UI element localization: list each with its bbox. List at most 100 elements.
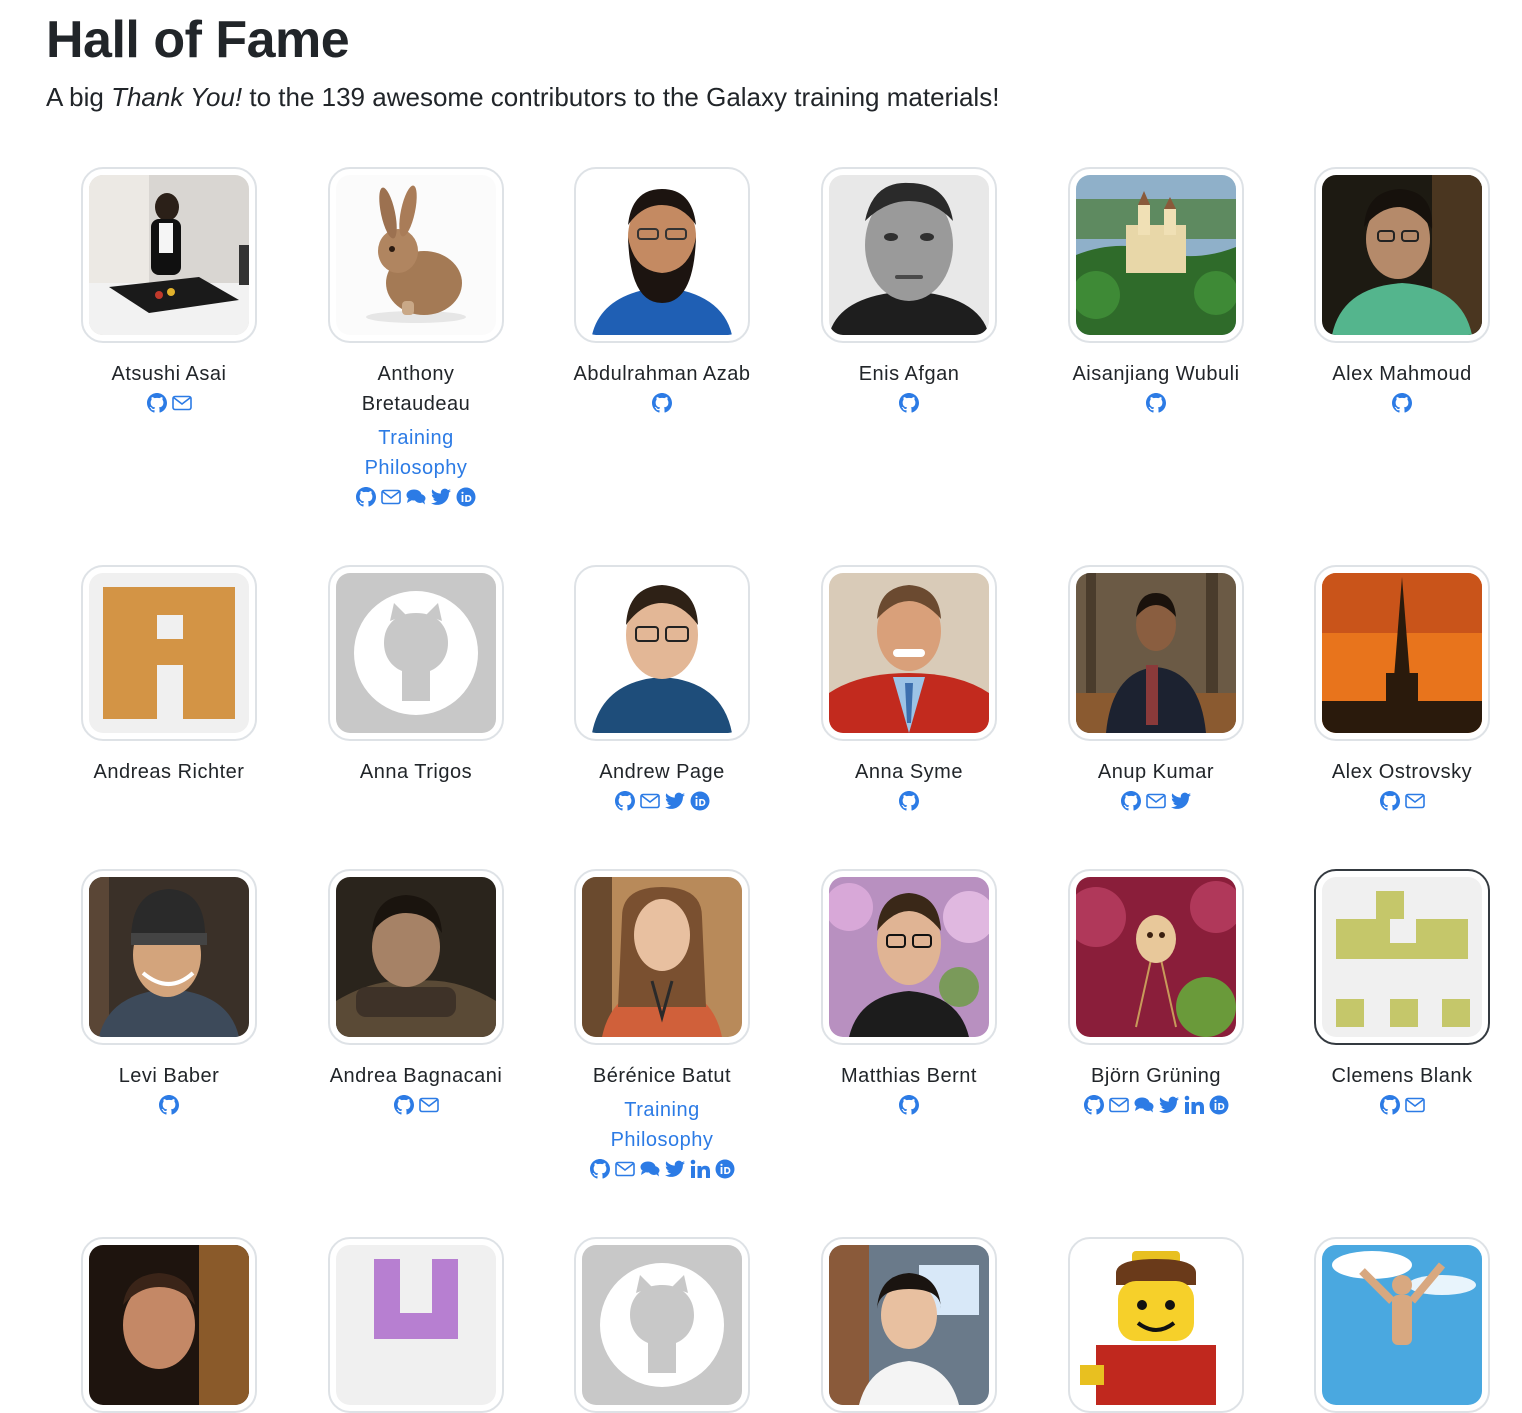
contributor-name[interactable]: Bérénice Batut bbox=[547, 1061, 777, 1091]
email-icon[interactable] bbox=[418, 1095, 439, 1115]
github-icon[interactable] bbox=[899, 1095, 919, 1115]
email-icon[interactable] bbox=[614, 1159, 635, 1179]
twitter-icon[interactable] bbox=[431, 487, 451, 507]
github-icon[interactable] bbox=[614, 791, 635, 811]
contributor-avatar[interactable] bbox=[81, 1237, 257, 1413]
contributor-avatar[interactable] bbox=[81, 869, 257, 1045]
contributor-links bbox=[547, 393, 777, 413]
contributor-name[interactable]: Andrew Page bbox=[547, 757, 777, 787]
avatar-image bbox=[336, 877, 496, 1037]
chat-icon[interactable] bbox=[406, 487, 426, 507]
github-icon[interactable] bbox=[1379, 791, 1400, 811]
github-icon[interactable] bbox=[159, 1095, 179, 1115]
chat-icon[interactable] bbox=[1134, 1095, 1154, 1115]
contributor-name[interactable]: Levi Baber bbox=[54, 1061, 284, 1091]
contributor-name[interactable]: Alex Ostrovsky bbox=[1287, 757, 1517, 787]
linkedin-icon[interactable] bbox=[1184, 1095, 1204, 1115]
contributor-name[interactable]: Abdulrahman Azab bbox=[547, 359, 777, 389]
contributor-avatar[interactable] bbox=[328, 1237, 504, 1413]
contributor-name[interactable]: Aisanjiang Wubuli bbox=[1041, 359, 1271, 389]
contributor-name[interactable]: Anna Syme bbox=[794, 757, 1024, 787]
avatar-image bbox=[336, 175, 496, 335]
avatar-image bbox=[582, 175, 742, 335]
contributor-avatar[interactable] bbox=[821, 167, 997, 343]
contributor-avatar[interactable] bbox=[328, 167, 504, 343]
contributor-joined-link[interactable]: Training Philosophy bbox=[301, 423, 531, 483]
github-icon[interactable] bbox=[589, 1159, 610, 1179]
contributor-name[interactable]: Alex Mahmoud bbox=[1287, 359, 1517, 389]
email-icon[interactable] bbox=[1146, 791, 1166, 811]
contributor-avatar[interactable] bbox=[821, 1237, 997, 1413]
email-icon[interactable] bbox=[171, 393, 192, 413]
linkedin-icon[interactable] bbox=[690, 1159, 710, 1179]
contributor-name[interactable]: Anthony Bretaudeau bbox=[301, 359, 531, 419]
github-icon[interactable] bbox=[1379, 1095, 1400, 1115]
contributor-avatar[interactable] bbox=[328, 565, 504, 741]
contributor-avatar[interactable] bbox=[81, 565, 257, 741]
orcid-icon[interactable] bbox=[715, 1159, 735, 1179]
contributor-avatar[interactable] bbox=[1068, 565, 1244, 741]
github-icon[interactable] bbox=[1146, 393, 1166, 413]
contributor-name[interactable]: Björn Grüning bbox=[1041, 1061, 1271, 1091]
twitter-icon[interactable] bbox=[1158, 1095, 1179, 1115]
twitter-icon[interactable] bbox=[1171, 791, 1191, 811]
contributor-name[interactable]: Matthias Bernt bbox=[794, 1061, 1024, 1091]
email-icon[interactable] bbox=[1404, 791, 1425, 811]
github-icon[interactable] bbox=[899, 393, 919, 413]
contributor-name[interactable]: Andreas Richter bbox=[54, 757, 284, 787]
contributor-avatar[interactable] bbox=[1314, 167, 1490, 343]
contributor-name[interactable]: Andrea Bagnacani bbox=[301, 1061, 531, 1091]
contributor-name[interactable]: Clemens Blank bbox=[1287, 1061, 1517, 1091]
contributor-avatar[interactable] bbox=[821, 869, 997, 1045]
contributor-avatar[interactable] bbox=[328, 869, 504, 1045]
chat-icon[interactable] bbox=[640, 1159, 660, 1179]
avatar-image bbox=[336, 1245, 496, 1405]
contributor-avatar[interactable] bbox=[1314, 869, 1490, 1045]
orcid-icon[interactable] bbox=[456, 487, 476, 507]
contributor-name[interactable]: Enis Afgan bbox=[794, 359, 1024, 389]
contributor-avatar[interactable] bbox=[1314, 565, 1490, 741]
github-icon[interactable] bbox=[652, 393, 672, 413]
contributor-avatar[interactable] bbox=[574, 167, 750, 343]
email-icon[interactable] bbox=[1108, 1095, 1129, 1115]
avatar-image bbox=[336, 573, 496, 733]
email-icon[interactable] bbox=[639, 791, 660, 811]
contributor-avatar[interactable] bbox=[574, 565, 750, 741]
orcid-icon[interactable] bbox=[690, 791, 710, 811]
avatar-image bbox=[89, 877, 249, 1037]
email-icon[interactable] bbox=[381, 487, 401, 507]
contributor-avatar[interactable] bbox=[1068, 167, 1244, 343]
contributor-avatar[interactable] bbox=[574, 869, 750, 1045]
github-icon[interactable] bbox=[1392, 393, 1412, 413]
avatar-image bbox=[89, 175, 249, 335]
contributor-links bbox=[547, 1159, 777, 1179]
github-icon[interactable] bbox=[1083, 1095, 1104, 1115]
contributor-avatar[interactable] bbox=[81, 167, 257, 343]
contributor-name[interactable]: Atsushi Asai bbox=[54, 359, 284, 389]
avatar-image bbox=[829, 175, 989, 335]
contributor-links bbox=[547, 791, 777, 811]
twitter-icon[interactable] bbox=[664, 1159, 685, 1179]
contributor-name[interactable]: Anup Kumar bbox=[1041, 757, 1271, 787]
orcid-icon[interactable] bbox=[1209, 1095, 1229, 1115]
contributor-name[interactable]: Anna Trigos bbox=[301, 757, 531, 787]
avatar-image bbox=[1322, 573, 1482, 733]
contributor-avatar[interactable] bbox=[1068, 1237, 1244, 1413]
contributor-links bbox=[301, 1095, 531, 1115]
contributor-links bbox=[54, 393, 284, 413]
contributor-avatar[interactable] bbox=[1068, 869, 1244, 1045]
github-icon[interactable] bbox=[899, 791, 919, 811]
contributor-links bbox=[794, 1095, 1024, 1115]
avatar-image bbox=[1076, 1245, 1236, 1405]
github-icon[interactable] bbox=[356, 487, 376, 507]
contributor-avatar[interactable] bbox=[574, 1237, 750, 1413]
twitter-icon[interactable] bbox=[664, 791, 685, 811]
contributor-joined-link[interactable]: Training Philosophy bbox=[547, 1095, 777, 1155]
github-icon[interactable] bbox=[1121, 791, 1141, 811]
contributor-links bbox=[1041, 1095, 1271, 1115]
github-icon[interactable] bbox=[146, 393, 167, 413]
contributor-avatar[interactable] bbox=[1314, 1237, 1490, 1413]
email-icon[interactable] bbox=[1404, 1095, 1425, 1115]
contributor-avatar[interactable] bbox=[821, 565, 997, 741]
github-icon[interactable] bbox=[393, 1095, 414, 1115]
